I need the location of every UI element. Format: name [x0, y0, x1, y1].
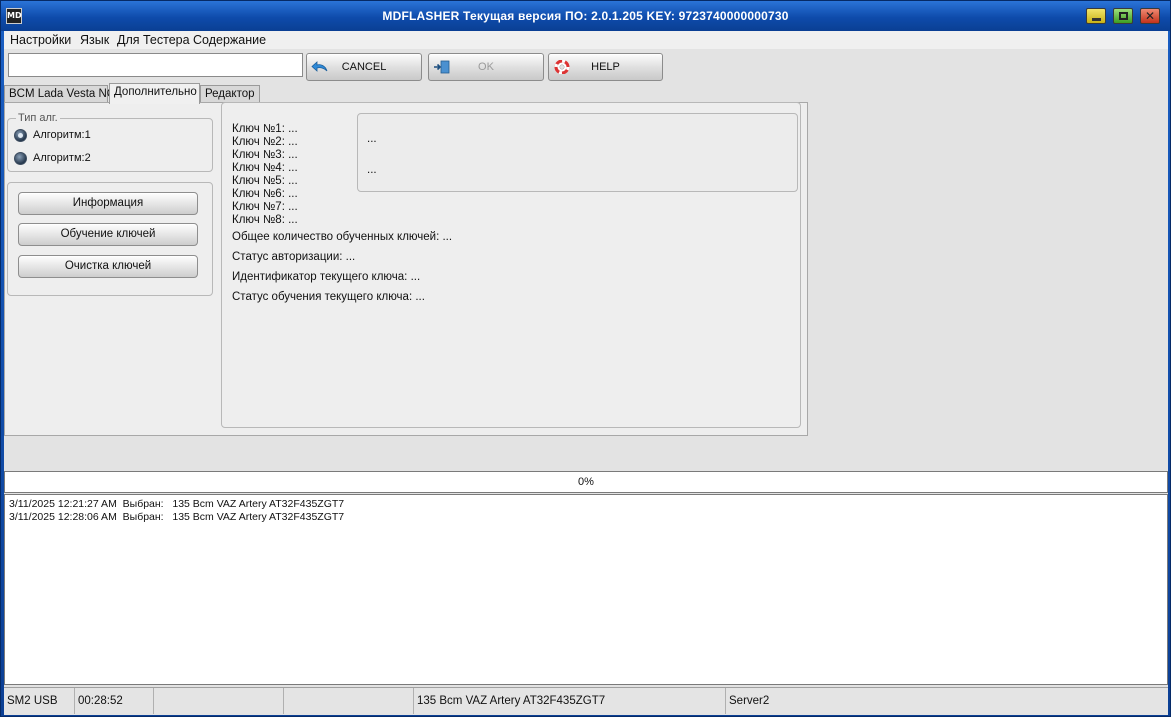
- learn-keys-button[interactable]: Обучение ключей: [18, 223, 198, 246]
- progress-bar: 0%: [4, 471, 1168, 493]
- clear-keys-button[interactable]: Очистка ключей: [18, 255, 198, 278]
- client-area: Настройки Язык Для Тестера Содержание CA…: [4, 31, 1168, 715]
- status-port: SM2 USB: [4, 688, 75, 714]
- maximize-button[interactable]: [1113, 8, 1133, 24]
- total-learned-keys: Общее количество обученных ключей: ...: [232, 231, 453, 243]
- info-box-line-1: ...: [367, 133, 377, 145]
- current-key-learn-status: Статус обучения текущего ключа: ...: [232, 291, 425, 303]
- ok-button[interactable]: OK: [428, 53, 544, 81]
- menu-tester[interactable]: Для Тестера: [117, 33, 190, 47]
- close-button[interactable]: ✕: [1140, 8, 1160, 24]
- command-input[interactable]: [8, 53, 303, 77]
- algorithm-1-label: Алгоритм:1: [33, 129, 91, 141]
- key-6-line: Ключ №6: ...: [232, 188, 298, 200]
- key-4-line: Ключ №4: ...: [232, 162, 298, 174]
- algorithm-group: Тип алг. Алгоритм:1 Алгоритм:2: [7, 112, 213, 172]
- key-8-line: Ключ №8: ...: [232, 214, 298, 226]
- status-device: 135 Bcm VAZ Artery AT32F435ZGT7: [414, 688, 726, 714]
- log-line: 3/11/2025 12:21:27 AM Выбран: 135 Bcm VA…: [9, 498, 345, 510]
- title-bar[interactable]: MD MDFLASHER Текущая версия ПО: 2.0.1.20…: [1, 1, 1170, 31]
- menu-bar: Настройки Язык Для Тестера Содержание: [4, 31, 1168, 49]
- status-timer: 00:28:52: [75, 688, 154, 714]
- algorithm-2-label: Алгоритм:2: [33, 152, 91, 164]
- information-button[interactable]: Информация: [18, 192, 198, 215]
- door-exit-icon: [434, 60, 450, 74]
- tab-bcm-lada-vesta[interactable]: BCM Lada Vesta NG: [4, 85, 116, 103]
- info-box: ... ...: [357, 113, 798, 192]
- info-box-line-2: ...: [367, 164, 377, 176]
- status-cell-4: [284, 688, 414, 714]
- help-label: HELP: [591, 61, 620, 73]
- actions-group: Информация Обучение ключей Очистка ключе…: [7, 182, 213, 296]
- menu-settings[interactable]: Настройки: [10, 33, 71, 47]
- minimize-button[interactable]: [1086, 8, 1106, 24]
- key-2-line: Ключ №2: ...: [232, 136, 298, 148]
- radio-unchecked-icon[interactable]: [14, 152, 27, 165]
- cancel-label: CANCEL: [341, 61, 387, 73]
- auth-status: Статус авторизации: ...: [232, 251, 356, 263]
- tab-additional[interactable]: Дополнительно: [109, 83, 200, 104]
- close-icon: ✕: [1145, 9, 1156, 23]
- ok-label: OK: [478, 61, 494, 73]
- cancel-button[interactable]: CANCEL: [306, 53, 422, 81]
- status-cell-3: [154, 688, 284, 714]
- key-5-line: Ключ №5: ...: [232, 175, 298, 187]
- status-bar: SM2 USB 00:28:52 135 Bcm VAZ Artery AT32…: [4, 687, 1168, 714]
- algorithm-legend: Тип алг.: [16, 112, 60, 124]
- help-button[interactable]: HELP: [548, 53, 663, 81]
- key-1-line: Ключ №1: ...: [232, 123, 298, 135]
- minimize-icon: [1092, 18, 1101, 21]
- progress-text: 0%: [578, 476, 594, 488]
- menu-language[interactable]: Язык: [80, 33, 109, 47]
- log-line: 3/11/2025 12:28:06 AM Выбран: 135 Bcm VA…: [9, 511, 345, 523]
- keys-panel: Ключ №1: ... Ключ №2: ... Ключ №3: ... К…: [221, 102, 801, 428]
- window-title: MDFLASHER Текущая версия ПО: 2.0.1.205 K…: [382, 9, 789, 23]
- app-window: MD MDFLASHER Текущая версия ПО: 2.0.1.20…: [0, 0, 1171, 717]
- key-3-line: Ключ №3: ...: [232, 149, 298, 161]
- key-7-line: Ключ №7: ...: [232, 201, 298, 213]
- current-key-id: Идентификатор текущего ключа: ...: [232, 271, 421, 283]
- tab-page-additional: Тип алг. Алгоритм:1 Алгоритм:2 Информаци…: [4, 102, 808, 436]
- radio-checked-icon[interactable]: [14, 129, 27, 142]
- menu-contents[interactable]: Содержание: [193, 33, 266, 47]
- status-server: Server2: [729, 695, 770, 707]
- back-arrow-icon: [311, 61, 328, 72]
- tab-editor[interactable]: Редактор: [200, 85, 260, 103]
- log-area[interactable]: 3/11/2025 12:21:27 AM Выбран: 135 Bcm VA…: [4, 494, 1168, 685]
- lifebuoy-icon: [554, 60, 570, 74]
- maximize-icon: [1119, 12, 1128, 20]
